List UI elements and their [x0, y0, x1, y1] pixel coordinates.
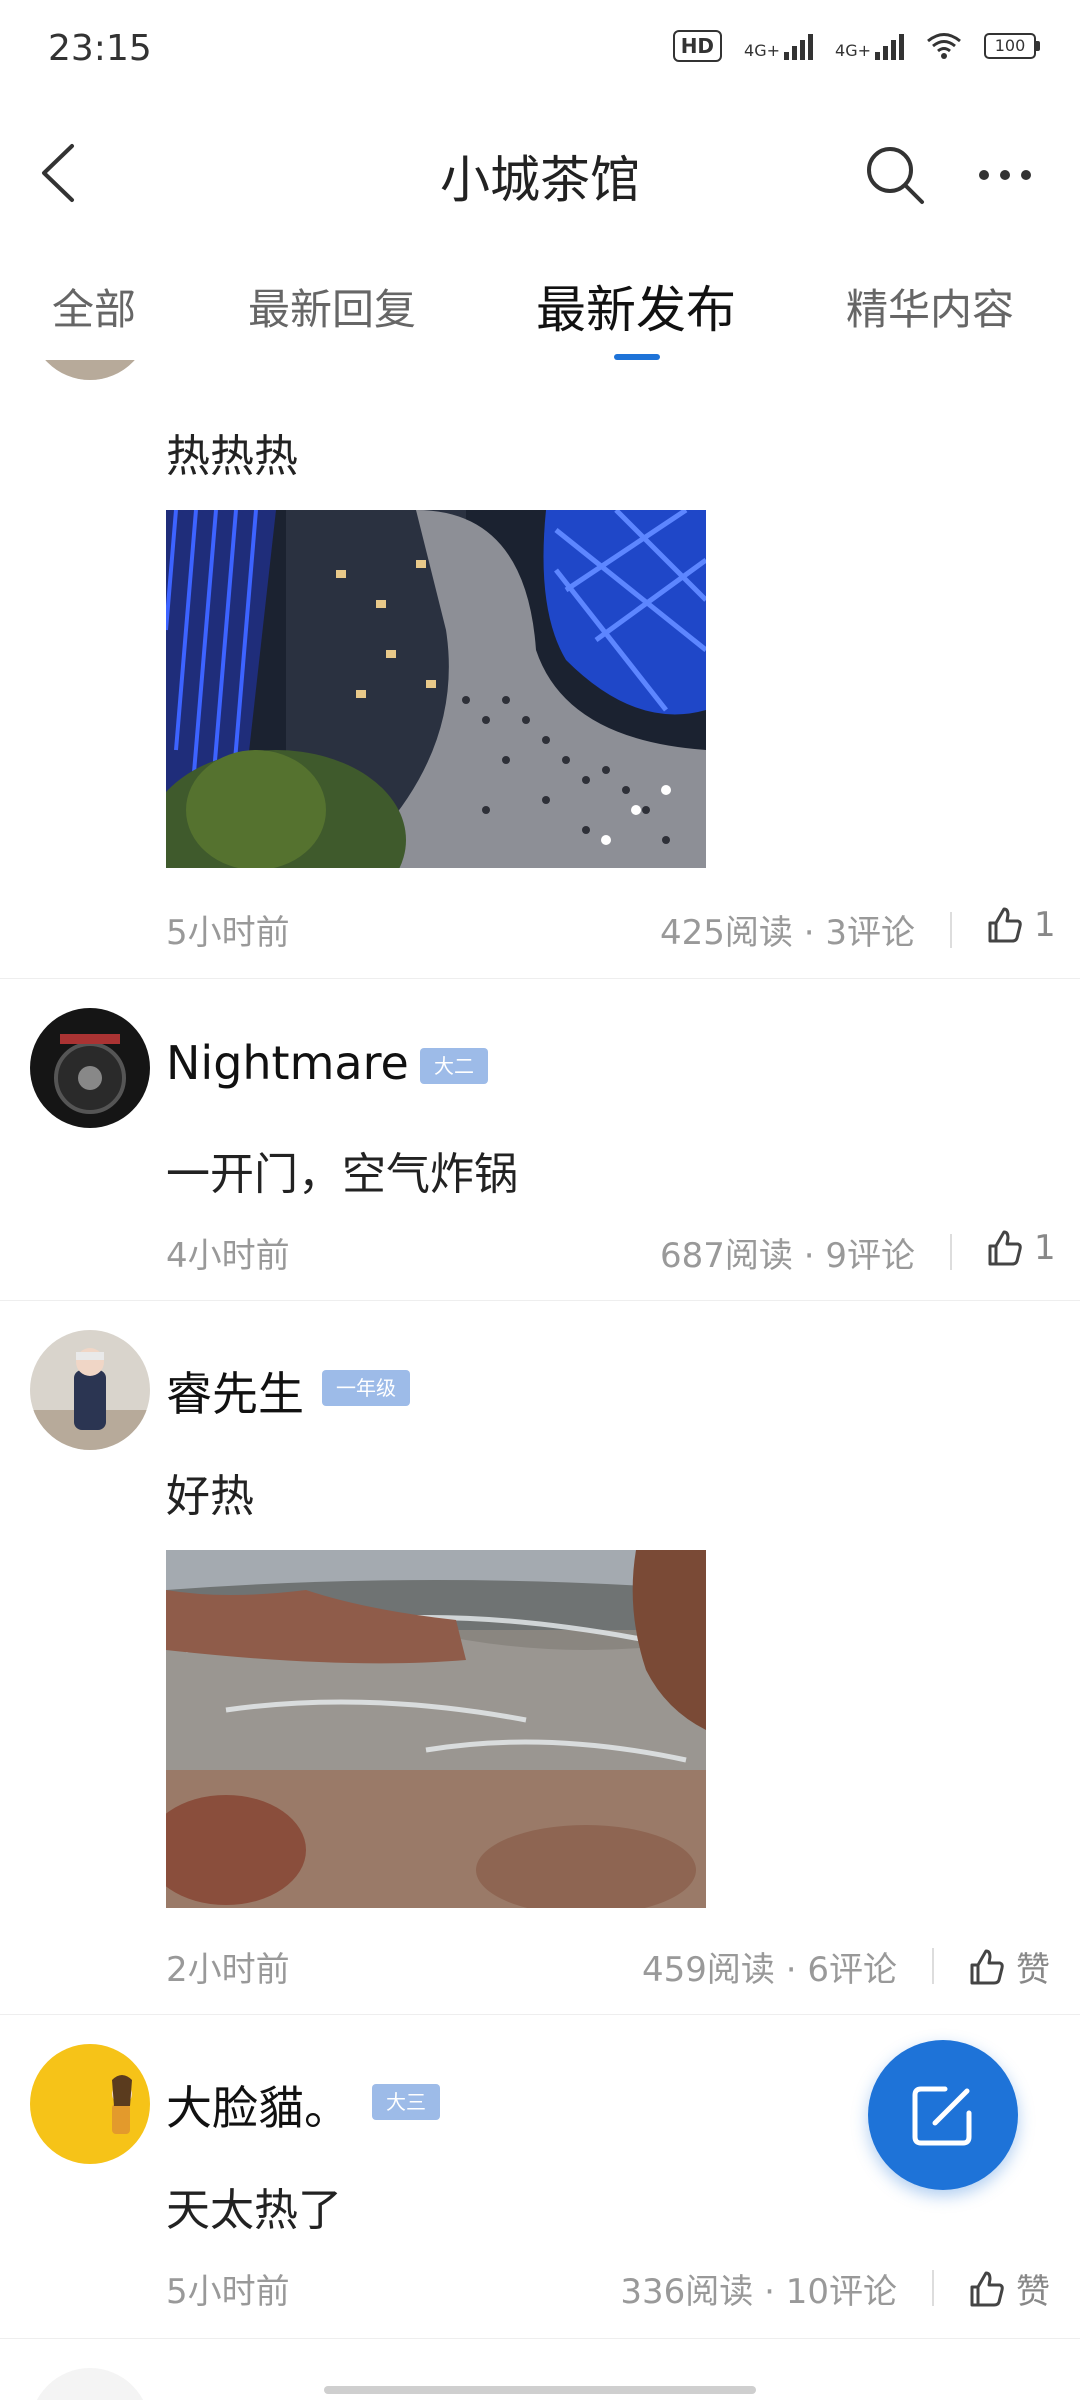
read-count: 459阅读 [642, 1950, 775, 1990]
like-button[interactable]: 1 [984, 905, 1056, 945]
tab-latest-post[interactable]: 最新发布 [536, 270, 736, 342]
like-label: 赞 [1016, 1950, 1050, 1990]
signal-icon-1: 4G+ [744, 32, 814, 60]
comment-count[interactable]: 3评论 [825, 913, 915, 953]
thumbs-up-icon [970, 2271, 1004, 2306]
post-item[interactable]: 睿先生 一年级 好热 2小时前 459阅读 · 6评论 赞 [0, 1300, 1080, 2015]
search-icon [867, 147, 924, 204]
comment-count[interactable]: 10评论 [786, 2272, 897, 2312]
search-button[interactable] [860, 140, 930, 210]
post-stats: 687阅读 · 9评论 [660, 1236, 915, 1276]
user-name[interactable]: 大脸貓。 [166, 2072, 350, 2138]
divider [932, 2270, 934, 2306]
post-time: 4小时前 [166, 1236, 290, 1276]
post-time: 5小时前 [166, 913, 290, 953]
status-time: 23:15 [48, 28, 152, 69]
status-icons: HD 4G+ 4G+ 100 [672, 30, 1040, 62]
avatar[interactable] [30, 360, 150, 380]
post-stats: 425阅读 · 3评论 [660, 913, 915, 953]
avatar[interactable] [30, 2044, 150, 2164]
avatar[interactable] [30, 1008, 150, 1128]
top-bar: 小城茶馆 [0, 100, 1080, 250]
network-label-2: 4G+ [835, 41, 871, 60]
like-count: 1 [1034, 1228, 1056, 1268]
post-content: 好热 [166, 1471, 254, 1522]
tab-all[interactable]: 全部 [52, 276, 136, 337]
thumbs-up-icon [988, 907, 1022, 943]
post-item[interactable]: Nightmare 大二 一开门，空气炸锅 4小时前 687阅读 · 9评论 1 [0, 978, 1080, 1301]
post-stats: 459阅读 · 6评论 [642, 1950, 897, 1990]
tab-latest-reply[interactable]: 最新回复 [248, 276, 416, 337]
thumbs-up-icon [970, 1949, 1004, 1984]
level-badge: 大二 [420, 1048, 488, 1084]
user-name[interactable]: 睿先生 [166, 1358, 304, 1424]
post-content: 天太热了 [166, 2185, 342, 2236]
tab-bar: 全部 最新回复 最新发布 精华内容 [0, 250, 1080, 360]
post-time: 2小时前 [166, 1950, 290, 1990]
read-count: 425阅读 [660, 913, 793, 953]
network-label: 4G+ [744, 41, 781, 60]
post-stats: 336阅读 · 10评论 [620, 2272, 897, 2312]
post-time: 5小时前 [166, 2272, 290, 2312]
like-button[interactable]: 赞 [966, 2264, 1050, 2313]
more-dots-icon [979, 170, 1031, 180]
post-image[interactable] [166, 510, 706, 868]
avatar[interactable] [30, 2368, 150, 2400]
post-image[interactable] [166, 1550, 706, 1908]
status-bar: 23:15 HD 4G+ 4G+ 100 [0, 0, 1080, 100]
like-button[interactable]: 赞 [966, 1942, 1050, 1991]
signal-icon-2: 4G+ [835, 32, 904, 60]
comment-count[interactable]: 6评论 [807, 1950, 897, 1990]
read-count: 687阅读 [660, 1236, 793, 1276]
divider [950, 1234, 952, 1270]
divider [950, 912, 952, 948]
battery-icon: 100 [984, 33, 1040, 59]
thumbs-up-icon [988, 1230, 1022, 1266]
comment-count[interactable]: 9评论 [825, 1236, 915, 1276]
post-item[interactable]: 热热热 5小时前 425阅读 · 3评论 1 [0, 360, 1080, 979]
home-indicator[interactable] [324, 2386, 756, 2394]
like-button[interactable]: 1 [984, 1228, 1056, 1268]
post-content: 一开门，空气炸锅 [166, 1149, 518, 1200]
compose-button[interactable] [868, 2040, 1018, 2190]
edit-icon [912, 2086, 972, 2146]
like-count: 1 [1034, 905, 1056, 945]
avatar[interactable] [30, 1330, 150, 1450]
tab-featured[interactable]: 精华内容 [846, 276, 1014, 337]
like-label: 赞 [1016, 2272, 1050, 2312]
post-content: 热热热 [166, 431, 298, 482]
read-count: 336阅读 [620, 2272, 754, 2312]
user-name[interactable]: Nightmare [166, 1036, 409, 1090]
level-badge: 大三 [372, 2084, 440, 2120]
hd-icon: HD [672, 30, 723, 62]
divider [932, 1948, 934, 1984]
level-badge: 一年级 [322, 1370, 410, 1406]
more-options-button[interactable] [970, 140, 1040, 210]
wifi-icon [927, 33, 961, 59]
